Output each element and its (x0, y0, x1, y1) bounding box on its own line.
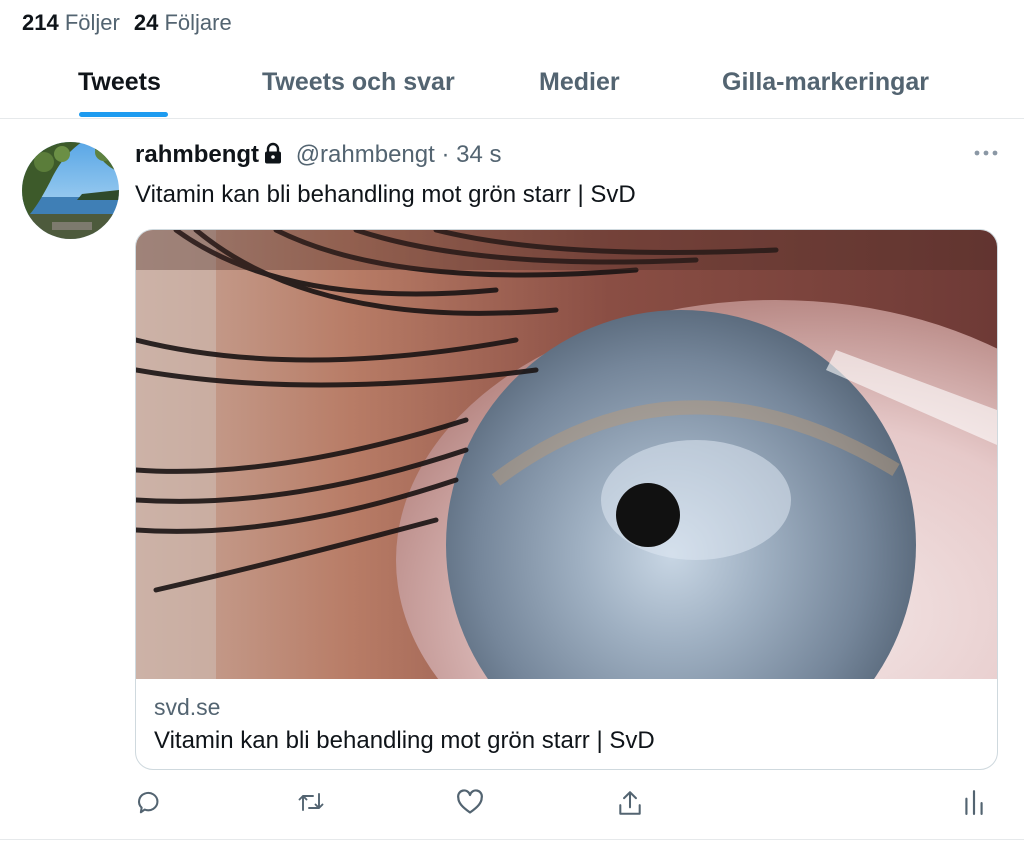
display-name[interactable]: rahmbengt (135, 141, 259, 168)
tab-tweets[interactable]: Tweets (78, 68, 161, 97)
following-label: Följer (64, 10, 120, 35)
tab-likes[interactable]: Gilla-markeringar (722, 68, 929, 97)
tweet-header: rahmbengt @rahmbengt · 34 s (135, 141, 502, 171)
avatar[interactable] (22, 142, 119, 239)
share-icon[interactable] (617, 789, 643, 822)
timestamp[interactable]: 34 s (456, 141, 501, 168)
more-icon[interactable] (974, 145, 998, 163)
like-icon[interactable] (456, 789, 484, 820)
profile-tabs: Tweets Tweets och svar Medier Gilla-mark… (0, 54, 1024, 119)
reply-icon[interactable] (136, 789, 162, 820)
retweet-icon[interactable] (297, 789, 325, 820)
active-tab-indicator (79, 112, 168, 117)
tweet-text: Vitamin kan bli behandling mot grön star… (135, 181, 636, 208)
followers-link[interactable]: 24 Följare (134, 10, 232, 35)
followers-count: 24 (133, 10, 159, 35)
card-domain: svd.se (154, 694, 221, 720)
card-image (136, 230, 997, 769)
card-title: Vitamin kan bli behandling mot grön star… (154, 727, 655, 754)
link-card[interactable]: svd.se Vitamin kan bli behandling mot gr… (135, 229, 998, 770)
separator: · (441, 141, 450, 168)
tab-tweets-and-replies[interactable]: Tweets och svar (262, 68, 455, 97)
tweet[interactable]: rahmbengt @rahmbengt · 34 s Vitamin kan … (0, 119, 1024, 840)
following-count: 214 (22, 10, 59, 35)
follow-stats: 214 Följer 24 Följare (22, 10, 232, 36)
tab-media[interactable]: Medier (539, 68, 620, 97)
following-link[interactable]: 214 Följer (22, 10, 120, 35)
lock-icon (263, 142, 283, 171)
handle[interactable]: @rahmbengt (296, 141, 435, 168)
followers-label: Följare (164, 10, 232, 35)
analytics-icon[interactable] (963, 789, 985, 820)
